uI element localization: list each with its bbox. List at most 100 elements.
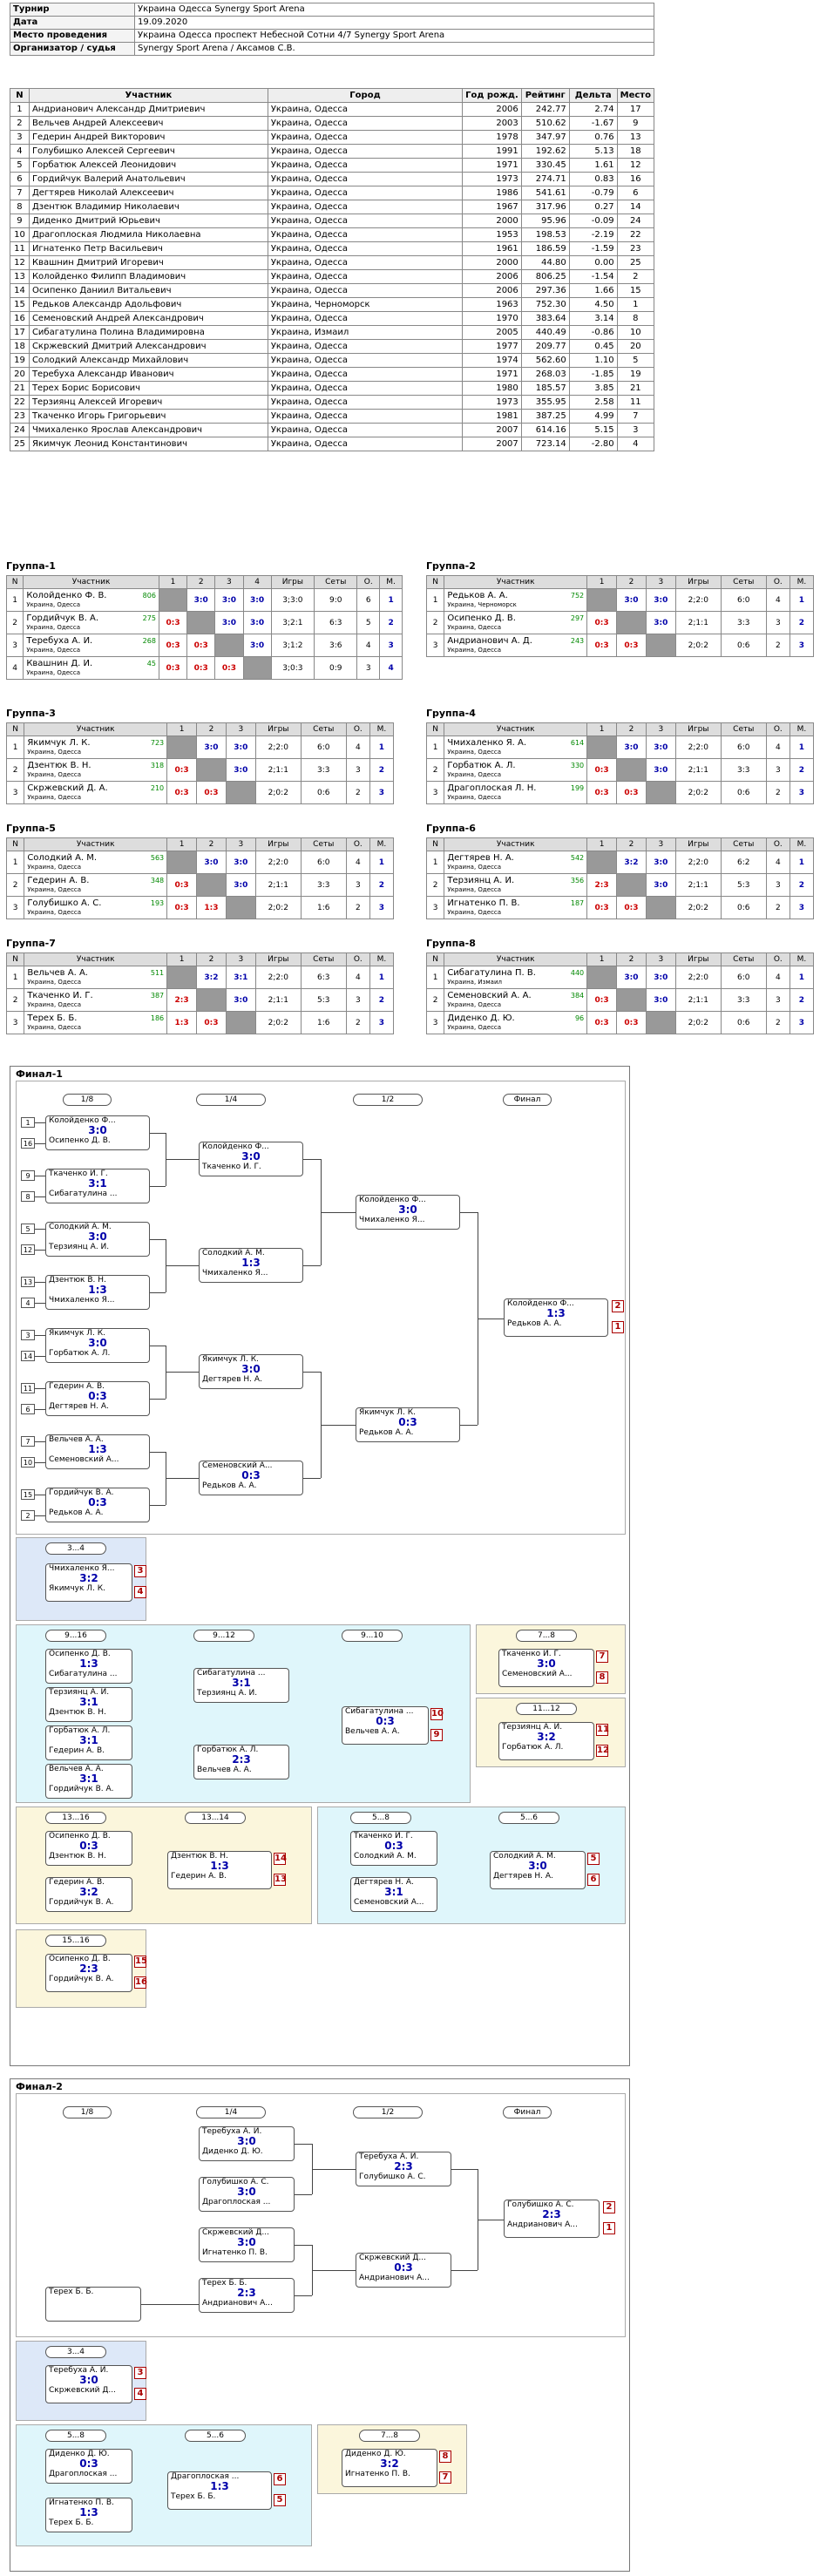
- player-city: Украина, Одесса: [27, 748, 82, 756]
- bracket-match[interactable]: Голубишко А. С. 2:3 Андрианович А...: [504, 2200, 600, 2238]
- bracket-match[interactable]: Вельчев А. А. 3:1 Гордийчук В. А.: [45, 1764, 132, 1799]
- group-row: 1 542 Дегтярев Н. А. Украина, Одесса 3:2 3:0 2…: [425, 851, 815, 874]
- bracket-match[interactable]: Игнатенко П. В. 1:3 Терех Б. Б.: [45, 2498, 132, 2532]
- participant-row: 17 Сибагатулина Полина Владимировна Украин…: [10, 325, 655, 340]
- participant-cell: 185.57: [520, 381, 570, 396]
- bracket-match[interactable]: Драгоплоская ... 1:3 Терех Б. Б.: [167, 2471, 272, 2510]
- place-badge: 10: [430, 1708, 444, 1720]
- round-label: 15...16: [45, 1935, 106, 1947]
- bracket-match[interactable]: Вельчев А. А. 1:3 Семеновский А...: [45, 1434, 150, 1469]
- match-player-b: Драгоплоская ...: [49, 2470, 118, 2478]
- bracket-match[interactable]: Якимчук Л. К. 3:0 Горбатюк А. Л.: [45, 1328, 150, 1363]
- bracket-match[interactable]: Осипенко Д. В. 1:3 Сибагатулина ...: [45, 1649, 132, 1684]
- bracket-match[interactable]: Дзентюк В. Н. 1:3 Гедерин А. В.: [167, 1851, 272, 1889]
- bracket-match[interactable]: Терзиянц А. И. 3:2 Горбатюк А. Л.: [498, 1722, 594, 1760]
- bracket-match[interactable]: Диденко Д. Ю. 3:2 Игнатенко П. В.: [342, 2449, 437, 2487]
- bracket-line: [312, 2270, 356, 2271]
- group-sets: 0:6: [720, 634, 767, 657]
- bracket-match[interactable]: Теребуха А. И. 2:3 Голубишко А. С.: [356, 2152, 451, 2186]
- column-header: Город: [267, 88, 464, 103]
- bracket-match[interactable]: Диденко Д. Ю. 0:3 Драгоплоская ...: [45, 2449, 132, 2484]
- match-score: 0:3: [166, 873, 198, 897]
- bracket-match[interactable]: Терзиянц А. И. 3:1 Дзентюк В. Н.: [45, 1687, 132, 1722]
- participant-cell: 16: [10, 311, 30, 326]
- group-col-header: О.: [345, 837, 370, 851]
- place-badge: 15: [134, 1956, 147, 1968]
- participant-cell: 3: [10, 130, 30, 145]
- bracket-match[interactable]: Солодкий А. М. 3:0 Терзиянц А. И.: [45, 1222, 150, 1257]
- bracket-line: [150, 1292, 166, 1293]
- group-row: 3 193 Голубишко А. С. Украина, Одесса 0:3 1:3…: [5, 896, 395, 919]
- bracket-match[interactable]: Теребуха А. И. 3:0 Диденко Д. Ю.: [199, 2126, 295, 2161]
- participant-cell: 11: [616, 395, 655, 410]
- match-score: 3:0: [616, 966, 647, 989]
- participant-cell: 17: [10, 325, 30, 340]
- self-cell: [645, 781, 676, 804]
- bracket-match[interactable]: Чмихаленко Я... 3:2 Якимчук Л. К.: [45, 1563, 132, 1602]
- self-cell: [225, 781, 256, 804]
- bracket-match[interactable]: Колойденко Ф... 3:0 Осипенко Д. В.: [45, 1115, 150, 1150]
- match-score: 3:0: [88, 1337, 107, 1349]
- group-games: 2;1:1: [254, 873, 302, 897]
- participant-cell: Дзентюк Владимир Николаевич: [28, 200, 268, 214]
- bracket-match[interactable]: Ткаченко И. Г. 3:0 Семеновский А...: [498, 1649, 594, 1687]
- bracket-match[interactable]: Горбатюк А. Л. 3:1 Гедерин А. В.: [45, 1725, 132, 1760]
- bracket-match[interactable]: Колойденко Ф... 3:0 Чмихаленко Я...: [356, 1195, 460, 1230]
- bracket-match[interactable]: Терех Б. Б.: [45, 2287, 141, 2322]
- player-name: Чмихаленко Я. А.: [447, 737, 527, 748]
- bracket-match[interactable]: Солодкий А. М. 1:3 Чмихаленко Я...: [199, 1248, 303, 1283]
- participant-cell: 2000: [462, 255, 522, 270]
- bracket-match[interactable]: Дегтярев Н. А. 3:1 Семеновский А...: [350, 1877, 437, 1912]
- bracket-match[interactable]: Скржевский Д... 0:3 Андрианович А...: [356, 2253, 451, 2288]
- participant-cell: 274.71: [520, 172, 570, 186]
- bracket-match[interactable]: Сибагатулина ... 3:1 Терзиянц А. И.: [193, 1668, 289, 1703]
- group-place: 3: [789, 634, 815, 657]
- participant-cell: 25: [10, 437, 30, 451]
- bracket-match[interactable]: Якимчук Л. К. 0:3 Редьков А. А.: [356, 1407, 460, 1442]
- participant-cell: Якимчук Леонид Константинович: [28, 437, 268, 451]
- group-points: 2: [765, 896, 790, 919]
- bracket-match[interactable]: Гедерин А. В. 3:2 Гордийчук В. А.: [45, 1877, 132, 1912]
- participant-cell: Украина, Одесса: [267, 241, 464, 256]
- score-value: 3:1: [234, 973, 248, 982]
- bracket-match[interactable]: Сибагатулина ... 0:3 Вельчев А. А.: [342, 1706, 429, 1745]
- bracket-match[interactable]: Гедерин А. В. 0:3 Дегтярев Н. А.: [45, 1381, 150, 1416]
- bracket-match[interactable]: Семеновский А... 0:3 Редьков А. А.: [199, 1461, 303, 1495]
- group-player: 723 Якимчук Л. К. Украина, Одесса: [24, 736, 168, 759]
- score-value: 3:0: [654, 880, 668, 890]
- group-player: 193 Голубишко А. С. Украина, Одесса: [24, 896, 168, 919]
- group-place: 2: [379, 611, 403, 634]
- bracket-match[interactable]: Колойденко Ф... 3:0 Ткаченко И. Г.: [199, 1142, 303, 1176]
- bracket-match[interactable]: Солодкий А. М. 3:0 Дегтярев Н. А.: [490, 1851, 586, 1889]
- bracket-line: [321, 1425, 356, 1426]
- participant-cell: 1991: [462, 144, 522, 159]
- bracket-match[interactable]: Терех Б. Б. 2:3 Андрианович А...: [199, 2278, 295, 2313]
- score-value: 3:0: [221, 618, 236, 627]
- self-cell: [586, 966, 618, 989]
- bracket-match[interactable]: Осипенко Д. В. 0:3 Дзентюк В. Н.: [45, 1831, 132, 1866]
- bracket-match[interactable]: Горбатюк А. Л. 2:3 Вельчев А. А.: [193, 1745, 289, 1779]
- group-col-header: Участник: [23, 575, 159, 589]
- bracket-match[interactable]: Голубишко А. С. 3:0 Драгоплоская ...: [199, 2177, 295, 2212]
- bracket-match[interactable]: Теребуха А. И. 3:0 Скржевский Д...: [45, 2365, 132, 2403]
- self-cell: [158, 588, 188, 612]
- bracket-match[interactable]: Скржевский Д... 3:0 Игнатенко П. В.: [199, 2227, 295, 2262]
- bracket-match[interactable]: Колойденко Ф... 1:3 Редьков А. А.: [504, 1298, 608, 1337]
- bracket-match[interactable]: Ткаченко И. Г. 0:3 Солодкий А. М.: [350, 1831, 437, 1866]
- participant-cell: 1.66: [568, 283, 618, 298]
- participant-cell: 2.58: [568, 395, 618, 410]
- bracket-match[interactable]: Якимчук Л. К. 3:0 Дегтярев Н. А.: [199, 1354, 303, 1389]
- bracket-line: [35, 1250, 45, 1251]
- bracket-match[interactable]: Ткаченко И. Г. 3:1 Сибагатулина ...: [45, 1169, 150, 1203]
- participant-cell: 510.62: [520, 116, 570, 131]
- participant-cell: 2006: [462, 269, 522, 284]
- group-col-header: 2: [196, 837, 227, 851]
- match-score: 3:0: [196, 851, 227, 874]
- group-col-header: 3: [645, 722, 676, 736]
- bracket-match[interactable]: Дзентюк В. Н. 1:3 Чмихаленко Я...: [45, 1275, 150, 1310]
- bracket-match[interactable]: Осипенко Д. В. 2:3 Гордийчук В. А.: [45, 1954, 132, 1992]
- match-player-b: Гордийчук В. А.: [49, 1785, 114, 1793]
- participant-row: 10 Драгоплоская Людмила Николаевна Украина…: [10, 227, 655, 242]
- group-games: 2;2:0: [674, 588, 722, 612]
- bracket-match[interactable]: Гордийчук В. А. 0:3 Редьков А. А.: [45, 1488, 150, 1522]
